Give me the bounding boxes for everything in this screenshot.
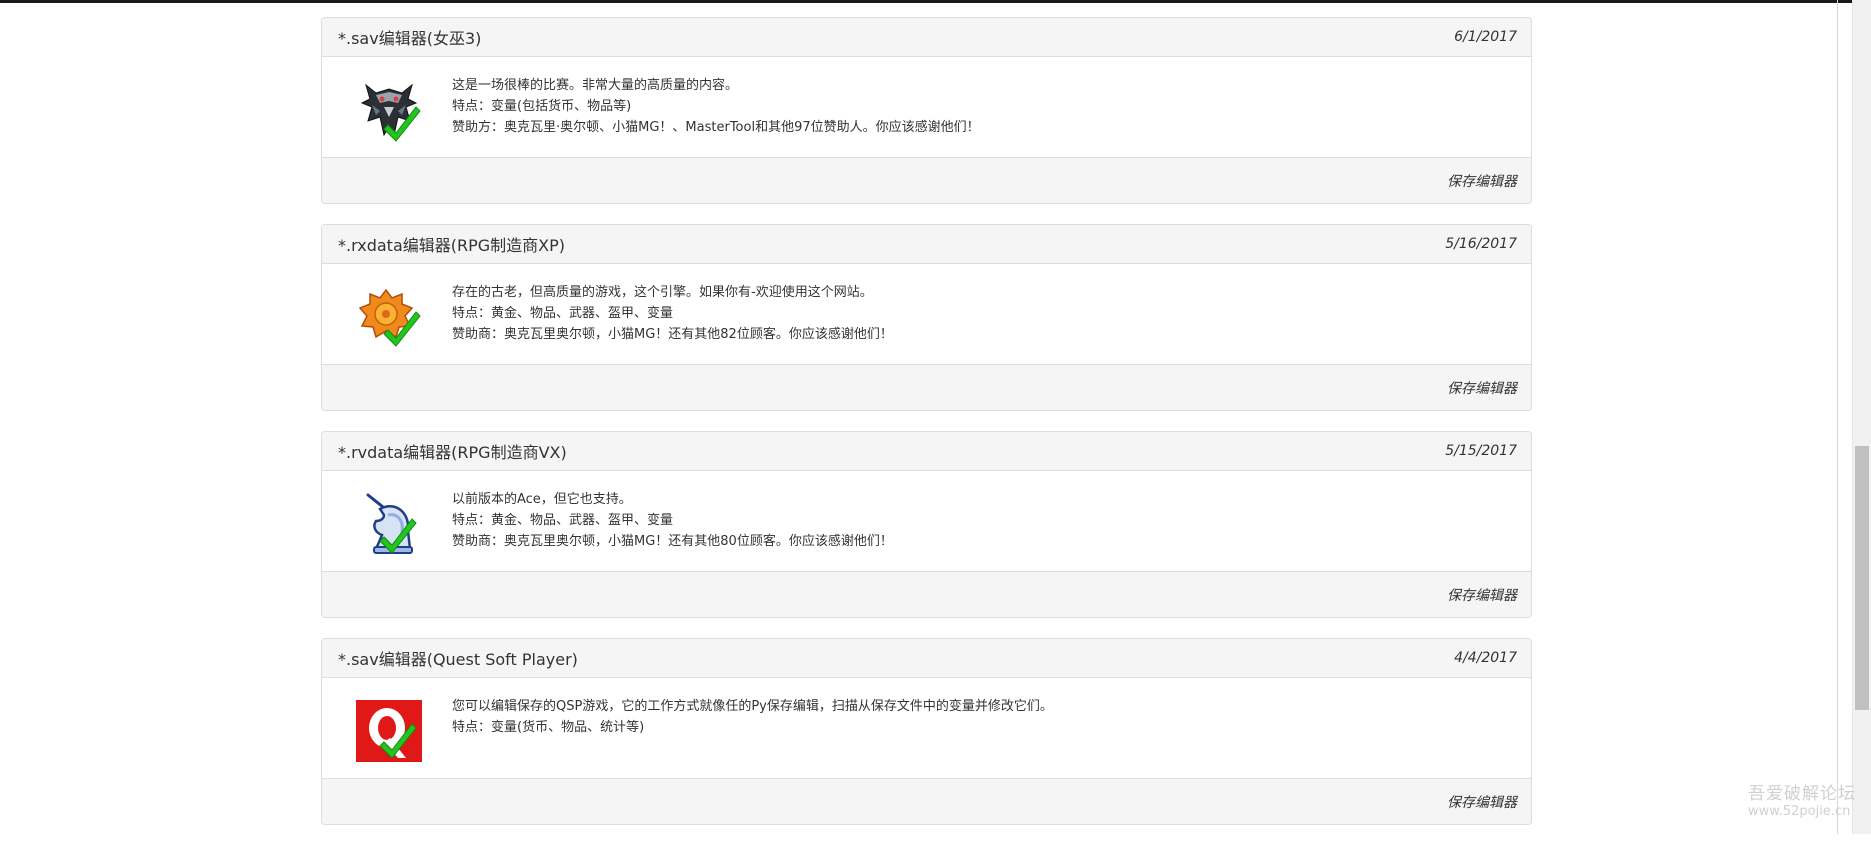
editor-panel: *.sav编辑器(Quest Soft Player) 4/4/2017 您可以… — [321, 638, 1532, 825]
panel-body: 您可以编辑保存的QSP游戏，它的工作方式就像任的Py保存编辑，扫描从保存文件中的… — [322, 678, 1531, 779]
editor-date: 5/15/2017 — [1445, 443, 1517, 459]
panel-footer: 保存编辑器 — [322, 572, 1531, 617]
editor-title[interactable]: *.sav编辑器(女巫3) — [338, 25, 481, 49]
save-editor-link[interactable]: 保存编辑器 — [1447, 792, 1517, 812]
editor-panel: *.rvdata编辑器(RPG制造商VX) 5/15/2017 以前版本的Ace… — [321, 431, 1532, 618]
editor-panel: *.rxdata编辑器(RPG制造商XP) 5/16/2017 存在的古老，但高… — [321, 224, 1532, 411]
editor-description: 存在的古老，但高质量的游戏，这个引擎。如果你有-欢迎使用这个网站。 特点：黄金、… — [452, 282, 893, 345]
editor-title[interactable]: *.rxdata编辑器(RPG制造商XP) — [338, 232, 565, 256]
panel-body: 以前版本的Ace，但它也支持。 特点：黄金、物品、武器、盔甲、变量 赞助商：奥克… — [322, 471, 1531, 572]
watermark-title: 吾爱破解论坛 — [1748, 784, 1856, 804]
features-line: 特点：黄金、物品、武器、盔甲、变量 — [452, 306, 674, 321]
panel-heading: *.rvdata编辑器(RPG制造商VX) 5/15/2017 — [322, 432, 1531, 471]
orange-gear-icon — [358, 288, 421, 347]
editor-title[interactable]: *.sav编辑器(Quest Soft Player) — [338, 646, 578, 670]
panel-heading: *.rxdata编辑器(RPG制造商XP) 5/16/2017 — [322, 225, 1531, 264]
features-line: 特点：黄金、物品、武器、盔甲、变量 — [452, 513, 674, 528]
vertical-scrollbar[interactable] — [1852, 0, 1871, 834]
description-line: 以前版本的Ace，但它也支持。 — [452, 492, 632, 507]
watermark-url: www.52pojie.cn — [1748, 804, 1851, 819]
page-right-edge — [1837, 0, 1838, 834]
scrollbar-thumb[interactable] — [1855, 446, 1869, 710]
panel-body: 存在的古老，但高质量的游戏，这个引擎。如果你有-欢迎使用这个网站。 特点：黄金、… — [322, 264, 1531, 365]
panel-heading: *.sav编辑器(女巫3) 6/1/2017 — [322, 18, 1531, 57]
editor-description: 以前版本的Ace，但它也支持。 特点：黄金、物品、武器、盔甲、变量 赞助商：奥克… — [452, 489, 893, 552]
description-line: 这是一场很棒的比赛。非常大量的高质量的内容。 — [452, 78, 739, 93]
editor-list: *.sav编辑器(女巫3) 6/1/2017 这是一场很棒的比赛。非常大量的高质… — [321, 17, 1532, 845]
sponsors-line: 赞助商：奥克瓦里奥尔顿，小猫MG！还有其他80位顾客。你应该感谢他们！ — [452, 534, 893, 549]
editor-title[interactable]: *.rvdata编辑器(RPG制造商VX) — [338, 439, 567, 463]
unicorn-chess-icon — [366, 493, 417, 554]
sponsors-line: 赞助商：奥克瓦里奥尔顿，小猫MG！还有其他82位顾客。你应该感谢他们！ — [452, 327, 893, 342]
description-line: 存在的古老，但高质量的游戏，这个引擎。如果你有-欢迎使用这个网站。 — [452, 285, 873, 300]
watermark: 吾爱破解论坛 www.52pojie.cn — [1748, 786, 1856, 820]
editor-date: 5/16/2017 — [1445, 236, 1517, 252]
sponsors-line: 赞助方：奥克瓦里·奥尔顿、小猫MG！、MasterTool和其他97位赞助人。你… — [452, 120, 980, 135]
editor-date: 4/4/2017 — [1454, 650, 1517, 666]
top-border — [0, 0, 1855, 3]
panel-footer: 保存编辑器 — [322, 779, 1531, 824]
editor-description: 您可以编辑保存的QSP游戏，它的工作方式就像任的Py保存编辑，扫描从保存文件中的… — [452, 696, 1053, 738]
qsp-logo-icon — [356, 700, 422, 762]
witcher-wolf-icon — [360, 83, 421, 142]
editor-date: 6/1/2017 — [1454, 29, 1517, 45]
save-editor-link[interactable]: 保存编辑器 — [1447, 585, 1517, 605]
save-editor-link[interactable]: 保存编辑器 — [1447, 378, 1517, 398]
editor-description: 这是一场很棒的比赛。非常大量的高质量的内容。 特点：变量(包括货币、物品等) 赞… — [452, 75, 980, 138]
panel-heading: *.sav编辑器(Quest Soft Player) 4/4/2017 — [322, 639, 1531, 678]
save-editor-link[interactable]: 保存编辑器 — [1447, 171, 1517, 191]
features-line: 特点：变量(货币、物品、统计等) — [452, 720, 645, 735]
panel-body: 这是一场很棒的比赛。非常大量的高质量的内容。 特点：变量(包括货币、物品等) 赞… — [322, 57, 1531, 158]
features-line: 特点：变量(包括货币、物品等) — [452, 99, 632, 114]
editor-panel: *.sav编辑器(女巫3) 6/1/2017 这是一场很棒的比赛。非常大量的高质… — [321, 17, 1532, 204]
panel-footer: 保存编辑器 — [322, 365, 1531, 410]
description-line: 您可以编辑保存的QSP游戏，它的工作方式就像任的Py保存编辑，扫描从保存文件中的… — [452, 699, 1053, 714]
panel-footer: 保存编辑器 — [322, 158, 1531, 203]
